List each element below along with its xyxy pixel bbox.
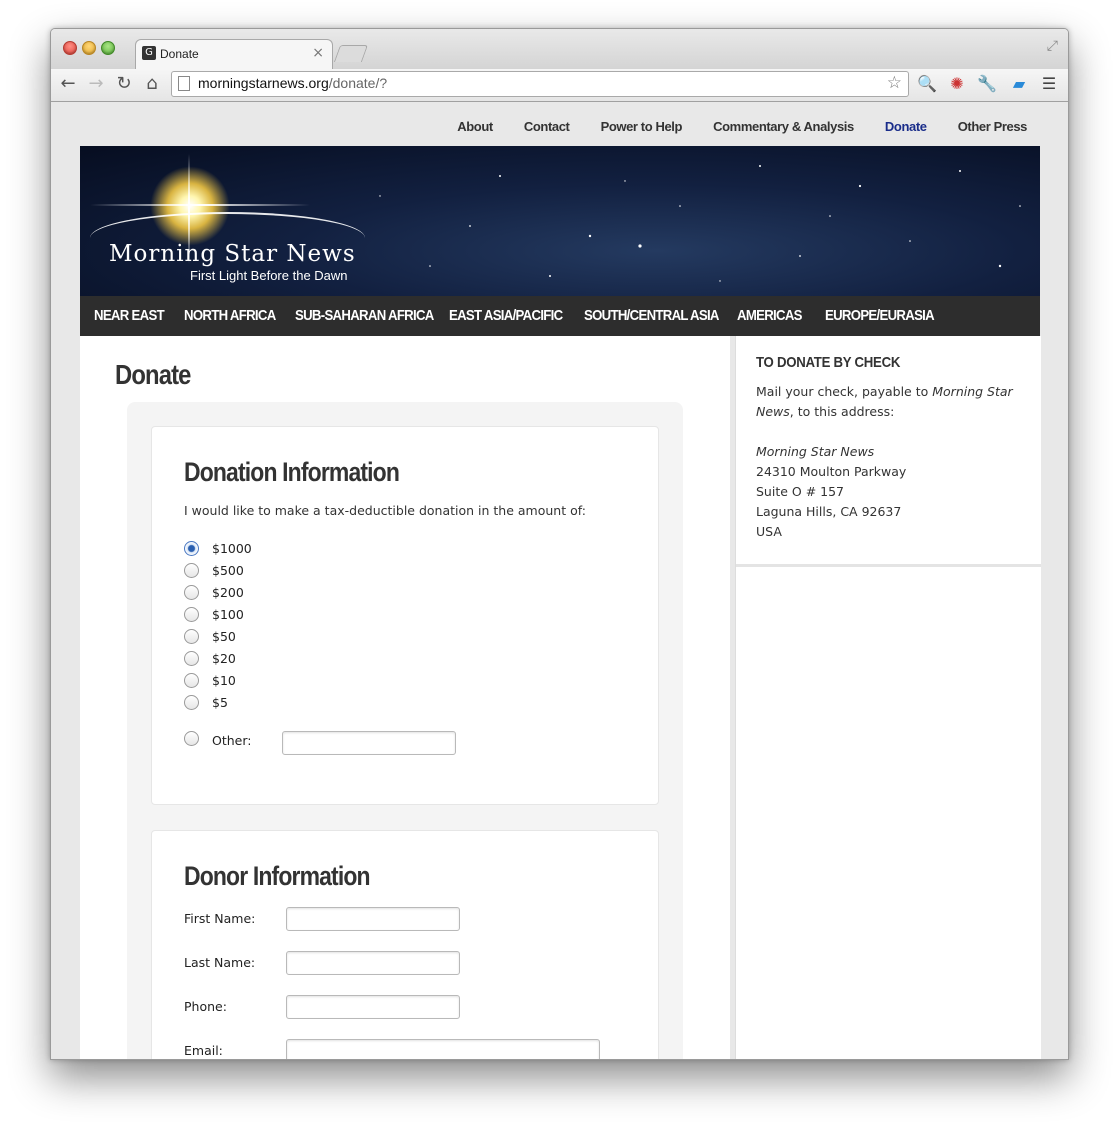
amount-label: $1000 (212, 541, 252, 556)
minimize-window-button[interactable] (82, 41, 96, 55)
last-name-input[interactable] (286, 951, 460, 975)
fullscreen-icon[interactable]: ⤢ (1047, 38, 1058, 54)
category-near-east[interactable]: NEAR EAST (94, 296, 165, 336)
sidebar-title: TO DONATE BY CHECK (756, 354, 901, 371)
first-name-label: First Name: (184, 911, 256, 926)
browser-toolbar: ← → ↻ ⌂ morningstarnews.org/donate/? ☆ 🔍… (51, 69, 1068, 102)
page-viewport: About Contact Power to Help Commentary &… (51, 102, 1068, 1059)
category-americas[interactable]: AMERICAS (737, 296, 802, 336)
maximize-window-button[interactable] (101, 41, 115, 55)
other-label: Other: (212, 733, 252, 748)
logo-subtitle: First Light Before the Dawn (190, 268, 348, 283)
amount-radio[interactable] (184, 651, 199, 666)
category-north-africa[interactable]: NORTH AFRICA (184, 296, 276, 336)
amount-radio[interactable] (184, 585, 199, 600)
search-extension-icon[interactable]: 🔍 (917, 74, 937, 94)
amount-label: $100 (212, 607, 244, 622)
tab-close-icon[interactable]: × (312, 45, 324, 61)
category-navigation: NEAR EAST NORTH AFRICA SUB-SAHARAN AFRIC… (80, 296, 1040, 336)
category-europe-eurasia[interactable]: EUROPE/EURASIA (825, 296, 935, 336)
nav-other-press[interactable]: Other Press (958, 119, 1028, 134)
amount-radio-other[interactable] (184, 731, 199, 746)
extension-square-icon[interactable]: ▰ (1009, 74, 1029, 94)
donor-information-panel: Donor Information First Name: Last Name:… (151, 830, 659, 1059)
star-ray (90, 204, 310, 206)
extension-badge-icon[interactable]: ✺ (947, 74, 967, 94)
phone-label: Phone: (184, 999, 227, 1014)
wrench-icon[interactable]: 🔧 (977, 74, 997, 94)
site-favicon-icon: G (142, 46, 156, 60)
browser-window: G Donate × ⤢ ← → ↻ ⌂ morningstarnews.org… (50, 28, 1069, 1060)
donation-form: Donation Information I would like to mak… (127, 402, 683, 1059)
amount-radio[interactable] (184, 629, 199, 644)
amount-radio[interactable] (184, 563, 199, 578)
tab-strip: G Donate × ⤢ (51, 29, 1068, 70)
category-south-central-asia[interactable]: SOUTH/CENTRAL ASIA (584, 296, 719, 336)
nav-about[interactable]: About (457, 119, 493, 134)
email-input[interactable] (286, 1039, 600, 1059)
other-amount-input[interactable] (282, 731, 456, 755)
address-line: Suite O # 157 (756, 484, 845, 499)
bookmark-star-icon[interactable]: ☆ (887, 73, 902, 93)
url-text: morningstarnews.org/donate/? (198, 75, 387, 91)
close-window-button[interactable] (63, 41, 77, 55)
logo-title: Morning Star News (109, 241, 356, 267)
back-arrow-icon[interactable]: ← (57, 73, 79, 95)
site-banner[interactable]: Morning Star News First Light Before the… (80, 146, 1040, 296)
amount-radio[interactable] (184, 673, 199, 688)
nav-donate[interactable]: Donate (885, 119, 927, 134)
email-label: Email: (184, 1043, 223, 1058)
amount-label: $200 (212, 585, 244, 600)
amount-radio-selected[interactable] (184, 541, 199, 556)
top-navigation: About Contact Power to Help Commentary &… (431, 116, 1027, 135)
donation-information-title: Donation Information (184, 457, 400, 487)
page-title: Donate (115, 359, 191, 390)
url-path: /donate/? (328, 75, 388, 91)
home-icon[interactable]: ⌂ (141, 73, 163, 95)
nav-commentary-analysis[interactable]: Commentary & Analysis (713, 119, 854, 134)
last-name-label: Last Name: (184, 955, 256, 970)
forward-arrow-icon[interactable]: → (85, 73, 107, 95)
browser-tab[interactable]: G Donate × (135, 39, 333, 70)
category-sub-saharan-africa[interactable]: SUB-SAHARAN AFRICA (295, 296, 434, 336)
amount-label: $50 (212, 629, 236, 644)
address-line: USA (756, 524, 782, 539)
donation-intro-text: I would like to make a tax-deductible do… (184, 503, 586, 518)
first-name-input[interactable] (286, 907, 460, 931)
reload-icon[interactable]: ↻ (113, 73, 135, 95)
main-content: Donate Donation Information I would like… (80, 336, 730, 1059)
new-tab-button[interactable] (333, 45, 369, 62)
menu-icon[interactable]: ☰ (1039, 74, 1059, 94)
amount-label: $5 (212, 695, 228, 710)
nav-contact[interactable]: Contact (524, 119, 570, 134)
category-east-asia-pacific[interactable]: EAST ASIA/PACIFIC (449, 296, 563, 336)
check-instructions: Mail your check, payable to (756, 384, 929, 399)
donor-information-title: Donor Information (184, 861, 371, 891)
amount-label: $10 (212, 673, 236, 688)
donate-by-check-widget: TO DONATE BY CHECK Mail your check, paya… (736, 336, 1041, 567)
phone-input[interactable] (286, 995, 460, 1019)
address-line: Laguna Hills, CA 92637 (756, 504, 902, 519)
address-name: Morning Star News (756, 444, 875, 459)
amount-label: $20 (212, 651, 236, 666)
tab-title: Donate (160, 47, 199, 61)
url-host: morningstarnews.org (198, 75, 329, 91)
amount-radio[interactable] (184, 695, 199, 710)
sidebar-text: Mail your check, payable to Morning Star… (756, 382, 1016, 542)
amount-label: $500 (212, 563, 244, 578)
page-icon (178, 76, 190, 91)
address-line: 24310 Moulton Parkway (756, 464, 907, 479)
sidebar: TO DONATE BY CHECK Mail your check, paya… (735, 336, 1041, 1059)
check-instructions-end: , to this address: (789, 404, 895, 419)
donation-information-panel: Donation Information I would like to mak… (151, 426, 659, 805)
nav-power-to-help[interactable]: Power to Help (601, 119, 683, 134)
amount-radio[interactable] (184, 607, 199, 622)
address-bar[interactable]: morningstarnews.org/donate/? ☆ (171, 71, 909, 97)
